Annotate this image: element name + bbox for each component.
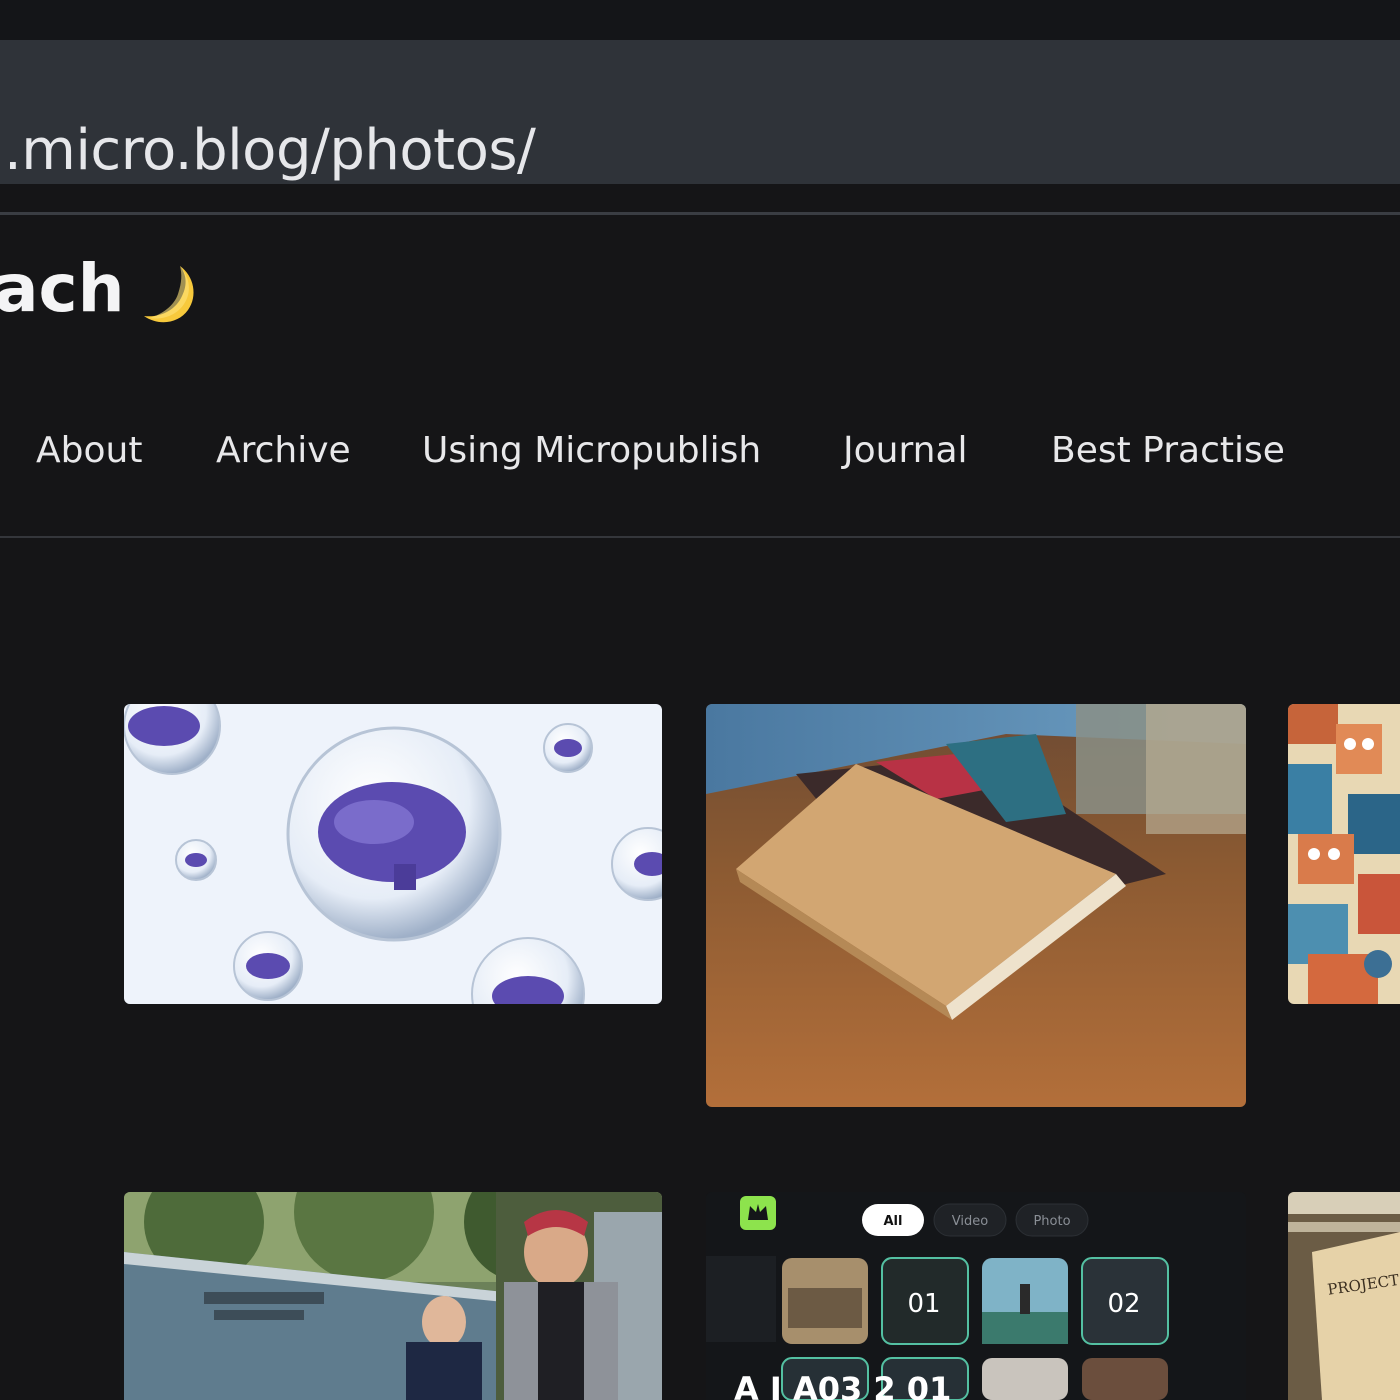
photo-brain-bubbles-image: [124, 704, 662, 1004]
browser-top-strip: [0, 0, 1400, 40]
toolbar-divider: [0, 212, 1400, 215]
photo-video-app-image: All Video Photo 01 02 A I A03 2 01: [706, 1192, 1246, 1400]
site-title[interactable]: ach: [0, 250, 125, 327]
photo-school-image: [124, 1192, 662, 1400]
tile-02-label: 02: [1107, 1289, 1140, 1319]
photo-handwritten-note[interactable]: PROJECT DATABASE: [1288, 1192, 1400, 1400]
tab-photo[interactable]: Photo: [1033, 1214, 1070, 1229]
main-nav: About Archive Using Micropublish Journal…: [0, 430, 1400, 490]
photo-school-wall[interactable]: [124, 1192, 662, 1400]
photo-robots-pattern[interactable]: [1288, 704, 1400, 1004]
tab-video[interactable]: Video: [952, 1214, 988, 1229]
photo-brain-bubbles[interactable]: [124, 704, 662, 1004]
moon-icon: [144, 266, 194, 323]
tab-all[interactable]: All: [884, 1214, 903, 1229]
nav-journal[interactable]: Journal: [843, 430, 968, 471]
photo-robots-image: [1288, 704, 1400, 1004]
address-bar[interactable]: .micro.blog/photos/: [0, 40, 1400, 184]
nav-divider: [0, 536, 1400, 538]
photo-notebook-image: [706, 704, 1246, 1107]
bottom-overlay-text: A I A03 2 01: [734, 1370, 951, 1400]
url-text[interactable]: .micro.blog/photos/: [4, 118, 536, 183]
photo-video-app-ui[interactable]: All Video Photo 01 02 A I A03 2 01: [706, 1192, 1246, 1400]
nav-using-micropublish[interactable]: Using Micropublish: [422, 430, 761, 471]
nav-best-practise[interactable]: Best Practise: [1051, 430, 1285, 471]
photo-notebook-on-table[interactable]: [706, 704, 1246, 1107]
nav-archive[interactable]: Archive: [216, 430, 351, 471]
photo-handwritten-note-image: PROJECT DATABASE: [1288, 1192, 1400, 1400]
tile-01-label: 01: [907, 1289, 940, 1319]
nav-about[interactable]: About: [36, 430, 142, 471]
